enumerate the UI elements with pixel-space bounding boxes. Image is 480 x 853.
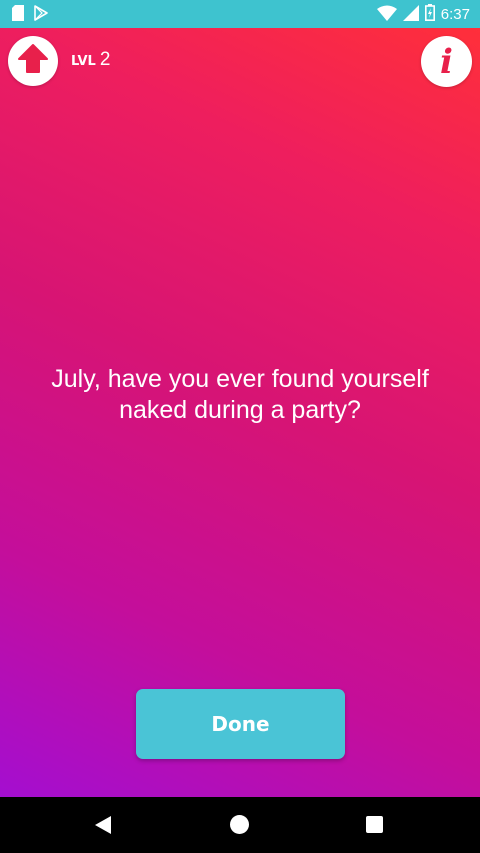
status-bar: 6:37 bbox=[0, 0, 480, 28]
wifi-icon bbox=[376, 5, 397, 26]
question-text: July, have you ever found yourself naked… bbox=[51, 365, 429, 424]
arrow-up-icon bbox=[16, 42, 50, 81]
sd-card-icon bbox=[12, 5, 24, 26]
status-right-group: 6:37 bbox=[376, 4, 470, 26]
level-up-button[interactable] bbox=[8, 36, 58, 86]
navigation-bar bbox=[0, 797, 480, 853]
home-icon[interactable] bbox=[230, 815, 249, 834]
phone-screen: 6:37 LVL 2 i July, have you ever found y… bbox=[0, 0, 480, 853]
signal-icon bbox=[402, 4, 419, 26]
info-icon: i bbox=[440, 41, 453, 82]
done-button[interactable]: Done bbox=[136, 689, 345, 759]
app-content: LVL 2 i July, have you ever found yourse… bbox=[0, 28, 480, 797]
play-store-icon bbox=[34, 5, 48, 26]
status-left-group bbox=[12, 5, 48, 26]
level-value: 2 bbox=[99, 49, 111, 70]
level-indicator: LVL 2 bbox=[71, 49, 110, 71]
status-time: 6:37 bbox=[440, 6, 470, 23]
recents-icon[interactable] bbox=[366, 816, 383, 833]
battery-icon bbox=[424, 4, 435, 26]
back-icon[interactable] bbox=[94, 815, 112, 840]
level-label: LVL bbox=[71, 54, 96, 69]
info-button[interactable]: i bbox=[421, 36, 472, 87]
